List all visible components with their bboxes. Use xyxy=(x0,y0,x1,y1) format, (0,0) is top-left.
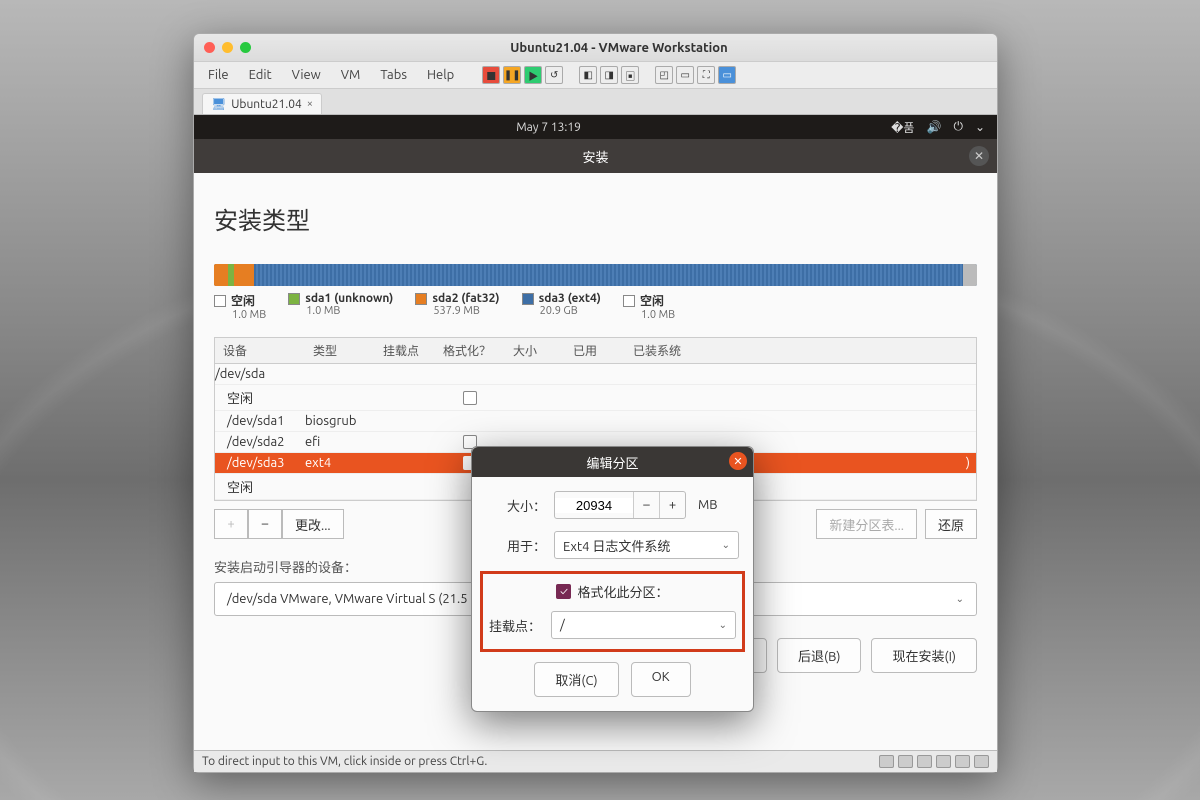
legend-free: 空闲 xyxy=(231,292,255,309)
highlight-box: ✓ 格式化此分区： 挂载点： / ⌄ xyxy=(480,571,745,652)
col-format: 格式化？ xyxy=(435,338,505,363)
maximize-window-icon[interactable] xyxy=(240,42,251,53)
menu-tabs[interactable]: Tabs xyxy=(372,66,415,84)
disk-usage-bar xyxy=(214,264,977,286)
install-now-button[interactable]: 现在安装(I) xyxy=(871,638,977,673)
legend-sda2: sda2 (fat32) xyxy=(432,292,499,305)
titlebar: Ubuntu21.04 - VMware Workstation xyxy=(194,34,997,62)
size-decrement-button[interactable]: – xyxy=(633,492,659,518)
chevron-down-icon: ⌄ xyxy=(956,593,964,605)
usb-icon[interactable] xyxy=(974,755,989,768)
mount-point-select[interactable]: / ⌄ xyxy=(551,611,736,639)
vm-tab-ubuntu[interactable]: 🖥 Ubuntu21.04 × xyxy=(202,93,322,114)
menu-help[interactable]: Help xyxy=(419,66,462,84)
close-icon[interactable]: ✕ xyxy=(969,146,989,166)
capture-screen-icon[interactable]: ▣ xyxy=(621,66,639,84)
close-tab-icon[interactable]: × xyxy=(307,98,313,110)
printer-icon[interactable] xyxy=(936,755,951,768)
revert-button[interactable]: 还原 xyxy=(925,509,977,539)
reset-icon[interactable]: ↺ xyxy=(545,66,563,84)
change-button[interactable]: 更改... xyxy=(282,509,344,539)
back-button[interactable]: 后退(B) xyxy=(777,638,861,673)
volume-icon[interactable]: 🔊 xyxy=(926,120,941,134)
menu-file[interactable]: File xyxy=(200,66,237,84)
legend-sda3: sda3 (ext4) xyxy=(539,292,601,305)
col-system: 已装系统 xyxy=(625,338,976,363)
ok-button[interactable]: OK xyxy=(631,662,691,697)
size-label: 大小： xyxy=(486,496,546,515)
size-increment-button[interactable]: + xyxy=(659,492,685,518)
mount-point-value: / xyxy=(560,618,565,632)
play-icon[interactable]: ▶ xyxy=(524,66,542,84)
table-row[interactable]: 空闲 xyxy=(215,385,976,411)
window-title: Ubuntu21.04 - VMware Workstation xyxy=(251,41,987,55)
ubuntu-topbar: May 7 13:19 �품 🔊 ⏻ ⌄ xyxy=(194,115,997,139)
legend-sda1: sda1 (unknown) xyxy=(305,292,393,305)
unity-icon[interactable]: ◰ xyxy=(655,66,673,84)
size-spinner: – + xyxy=(554,491,686,519)
minimize-window-icon[interactable] xyxy=(222,42,233,53)
add-partition-button[interactable]: + xyxy=(214,509,248,539)
close-icon[interactable]: ✕ xyxy=(729,452,747,470)
snapshot-manager-icon[interactable]: ◨ xyxy=(600,66,618,84)
legend-free2: 空闲 xyxy=(640,292,664,309)
format-label: 格式化此分区： xyxy=(577,582,668,601)
format-checkbox[interactable]: ✓ xyxy=(556,584,571,599)
filesystem-value: Ext4 日志文件系统 xyxy=(563,536,670,555)
size-unit: MB xyxy=(698,498,718,512)
table-row[interactable]: /dev/sda1biosgrub xyxy=(215,411,976,432)
col-mount: 挂载点 xyxy=(375,338,435,363)
edit-partition-dialog: 编辑分区 ✕ 大小： – + MB 用于： Ext4 日志文件系统 xyxy=(471,446,754,712)
power-off-icon[interactable]: ■ xyxy=(482,66,500,84)
usedfor-label: 用于： xyxy=(486,536,546,555)
page-title: 安装类型 xyxy=(214,201,977,236)
snapshot-icon[interactable]: ◧ xyxy=(579,66,597,84)
network-icon[interactable]: �품 xyxy=(891,119,914,136)
col-device: 设备 xyxy=(215,338,305,363)
disk-legend: 空闲1.0 MB sda1 (unknown)1.0 MB sda2 (fat3… xyxy=(214,292,977,321)
filesystem-select[interactable]: Ext4 日志文件系统 ⌄ xyxy=(554,531,739,559)
guest-display[interactable]: May 7 13:19 �품 🔊 ⏻ ⌄ 安装 ✕ 安装类型 空闲1.0 MB … xyxy=(194,115,997,750)
menu-edit[interactable]: Edit xyxy=(241,66,280,84)
clock[interactable]: May 7 13:19 xyxy=(206,121,891,134)
chevron-down-icon: ⌄ xyxy=(722,539,730,551)
pause-icon[interactable]: ❚❚ xyxy=(503,66,521,84)
vmware-window: Ubuntu21.04 - VMware Workstation File Ed… xyxy=(193,33,998,773)
menu-vm[interactable]: VM xyxy=(333,66,369,84)
size-input[interactable] xyxy=(555,498,633,513)
status-text: To direct input to this VM, click inside… xyxy=(202,755,487,768)
menu-view[interactable]: View xyxy=(284,66,329,84)
checkbox[interactable] xyxy=(463,391,477,405)
stretch-icon[interactable]: ▭ xyxy=(718,66,736,84)
menubar: File Edit View VM Tabs Help ■ ❚❚ ▶ ↺ ◧ ◨… xyxy=(194,62,997,89)
vm-tab-label: Ubuntu21.04 xyxy=(231,98,302,111)
power-icon[interactable]: ⏻ xyxy=(953,120,963,134)
close-window-icon[interactable] xyxy=(204,42,215,53)
sound-icon[interactable] xyxy=(955,755,970,768)
chevron-down-icon[interactable]: ⌄ xyxy=(975,120,985,134)
remove-partition-button[interactable]: – xyxy=(248,509,282,539)
installer-header: 安装 ✕ xyxy=(194,139,997,173)
new-table-button[interactable]: 新建分区表... xyxy=(816,509,917,539)
fullscreen-icon[interactable]: ⛶ xyxy=(697,66,715,84)
col-type: 类型 xyxy=(305,338,375,363)
table-row[interactable]: /dev/sda xyxy=(215,364,976,385)
monitor-icon: 🖥 xyxy=(211,97,226,111)
col-size: 大小 xyxy=(505,338,565,363)
network-status-icon[interactable] xyxy=(917,755,932,768)
chevron-down-icon: ⌄ xyxy=(719,619,727,631)
cd-icon[interactable] xyxy=(898,755,913,768)
hdd-icon[interactable] xyxy=(879,755,894,768)
dialog-header: 编辑分区 ✕ xyxy=(472,447,753,477)
boot-device-value: /dev/sda VMware, VMware Virtual S (21.5 … xyxy=(227,592,491,606)
cancel-button[interactable]: 取消(C) xyxy=(534,662,618,697)
vm-tabs: 🖥 Ubuntu21.04 × xyxy=(194,89,997,115)
status-bar: To direct input to this VM, click inside… xyxy=(194,750,997,772)
console-view-icon[interactable]: ▭ xyxy=(676,66,694,84)
dialog-title: 编辑分区 xyxy=(586,453,638,472)
col-used: 已用 xyxy=(565,338,625,363)
mount-label: 挂载点： xyxy=(489,616,551,635)
installer-header-title: 安装 xyxy=(582,147,608,166)
